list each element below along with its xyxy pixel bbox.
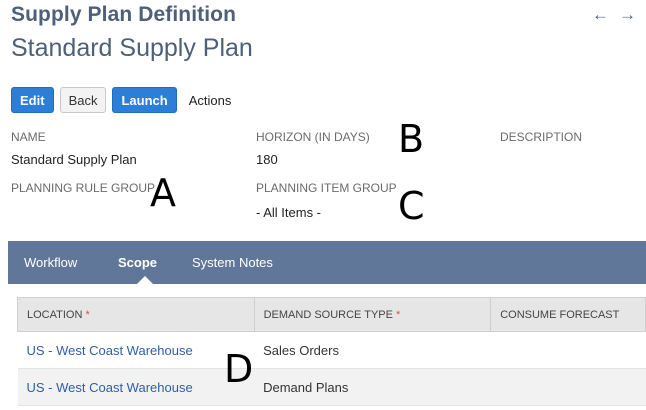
tab-workflow[interactable]: Workflow [24, 241, 77, 284]
planning-item-group-label: PLANNING ITEM GROUP [256, 181, 397, 195]
description-label: DESCRIPTION [500, 130, 583, 144]
back-button[interactable]: Back [59, 87, 107, 113]
required-marker: * [85, 308, 90, 321]
annotation-letter-d: D [224, 347, 254, 391]
active-tab-caret [137, 276, 153, 284]
name-value: Standard Supply Plan [11, 152, 137, 167]
scope-table: LOCATION * DEMAND SOURCE TYPE * CONSUME … [17, 297, 646, 406]
button-row: Edit Back Launch Actions [11, 87, 231, 113]
planning-rule-group-label: PLANNING RULE GROUP [11, 181, 156, 195]
column-header-consume-forecast[interactable]: CONSUME FORECAST [490, 297, 646, 332]
planning-item-group-value: - All Items - [256, 205, 322, 220]
horizon-label: HORIZON (IN DAYS) [256, 130, 370, 144]
launch-button[interactable]: Launch [112, 87, 177, 113]
demand-source-type-cell: Demand Plans [254, 368, 491, 406]
location-link[interactable]: US - West Coast Warehouse [27, 343, 193, 358]
name-label: NAME [11, 130, 46, 144]
location-cell: US - West Coast Warehouse [17, 331, 255, 369]
annotation-letter-a: A [150, 171, 176, 215]
table-row: US - West Coast Warehouse Sales Orders [17, 331, 646, 369]
column-header-demand-source-type[interactable]: DEMAND SOURCE TYPE * [253, 297, 492, 332]
table-row: US - West Coast Warehouse Demand Plans [17, 368, 646, 406]
annotation-letter-b: B [398, 117, 425, 161]
required-marker: * [396, 308, 401, 321]
table-header-row: LOCATION * DEMAND SOURCE TYPE * CONSUME … [17, 297, 646, 332]
demand-source-type-cell: Sales Orders [254, 331, 491, 369]
location-cell: US - West Coast Warehouse [17, 368, 255, 406]
record-navigation: ← → [592, 6, 636, 23]
actions-menu[interactable]: Actions [189, 93, 232, 108]
tab-system-notes[interactable]: System Notes [192, 241, 273, 284]
edit-button[interactable]: Edit [11, 87, 54, 113]
page-type-title: Supply Plan Definition [11, 3, 237, 26]
column-header-location[interactable]: LOCATION * [17, 297, 255, 332]
location-link[interactable]: US - West Coast Warehouse [27, 380, 193, 395]
consume-forecast-cell [490, 368, 646, 406]
record-title: Standard Supply Plan [11, 34, 253, 62]
consume-forecast-cell [490, 331, 646, 369]
annotation-letter-c: C [398, 184, 425, 228]
subtab-bar: Workflow Scope System Notes [8, 241, 646, 284]
previous-record-arrow-icon[interactable]: ← [592, 6, 609, 23]
next-record-arrow-icon[interactable]: → [619, 6, 636, 23]
horizon-value: 180 [256, 152, 278, 167]
